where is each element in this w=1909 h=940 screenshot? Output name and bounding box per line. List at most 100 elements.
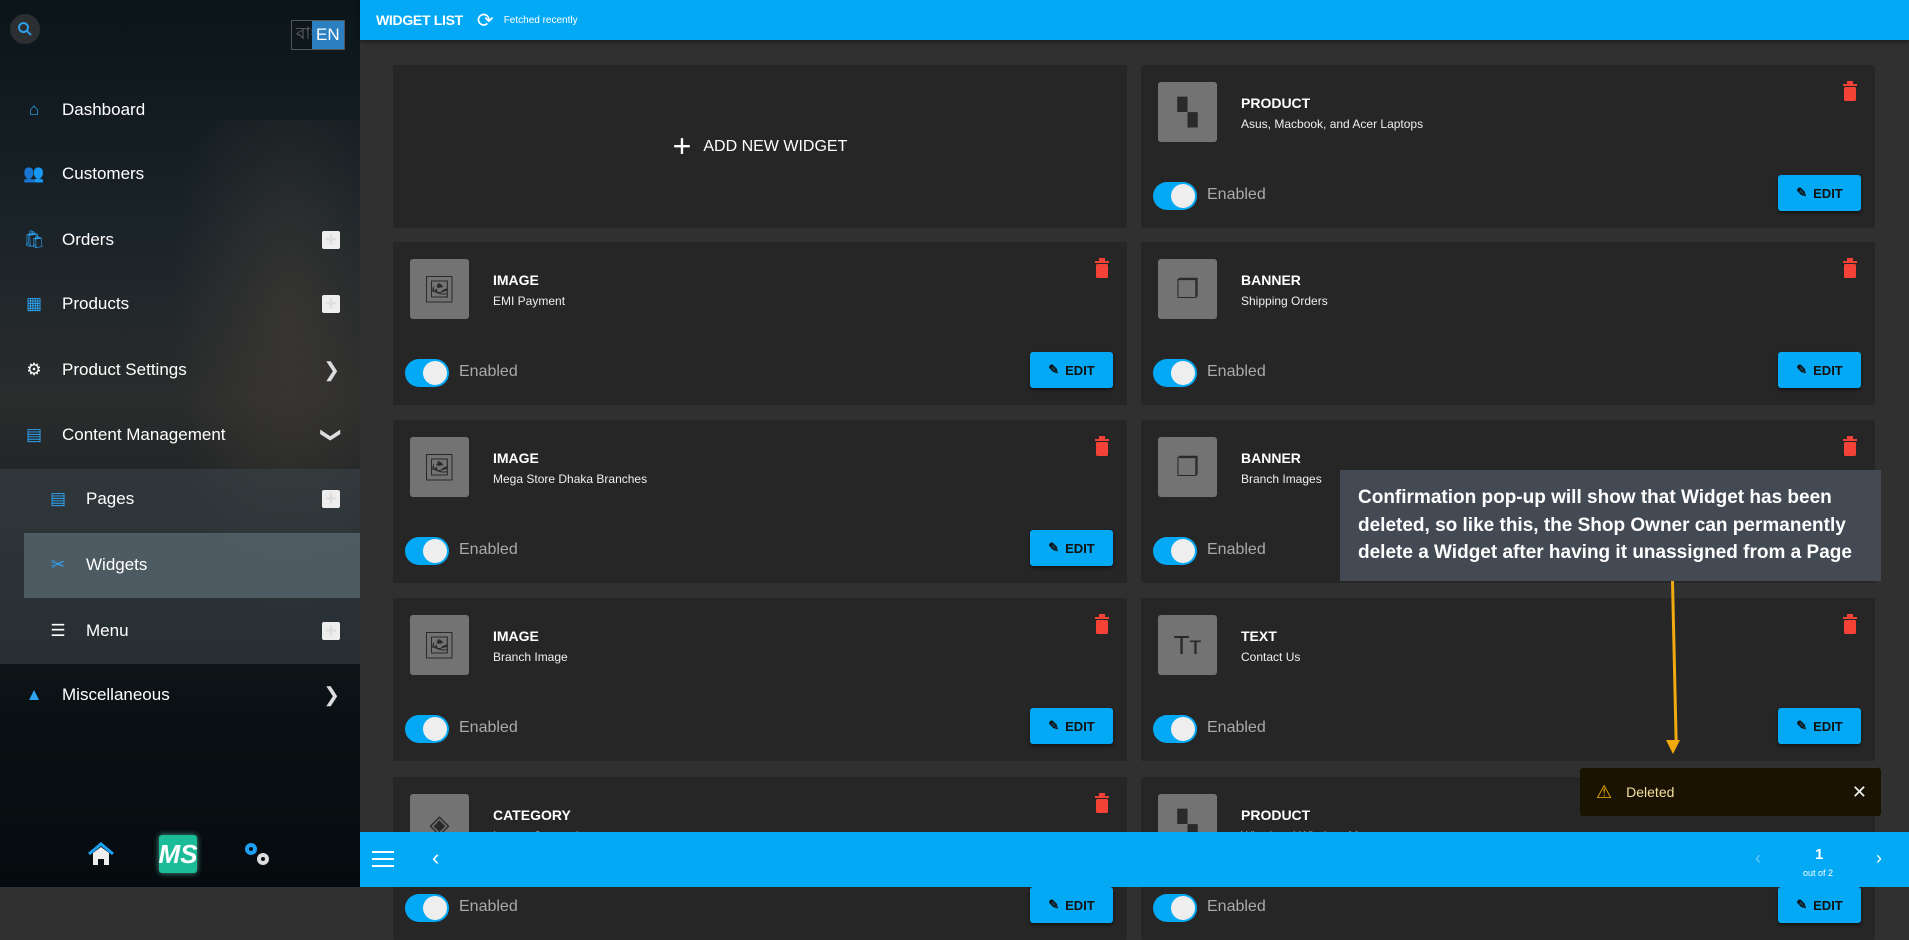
search-button[interactable] xyxy=(10,14,40,44)
widget-card: 🖼 IMAGE EMI Payment Enabled ✎ EDIT xyxy=(393,242,1127,405)
widget-name: Branch Image xyxy=(493,650,568,664)
boxes-icon: ▦ xyxy=(25,294,43,313)
sidebar-item-widgets[interactable]: ✂ Widgets xyxy=(0,533,360,597)
enabled-toggle[interactable] xyxy=(405,894,449,922)
sidebar-footer: MS xyxy=(0,835,360,873)
annotation-arrowhead xyxy=(1666,740,1680,754)
edit-button[interactable]: ✎ EDIT xyxy=(1778,175,1861,211)
trash-icon[interactable] xyxy=(1843,258,1857,278)
product-icon: ▚ xyxy=(1158,82,1217,142)
sidebar-item-content-management[interactable]: ▤ Content Management ❯ xyxy=(0,403,360,467)
widget-card: Tт TEXT Contact Us Enabled ✎ EDIT xyxy=(1141,598,1875,761)
sidebar-item-label: Customers xyxy=(62,164,145,183)
edit-button[interactable]: ✎ EDIT xyxy=(1778,352,1861,388)
trash-icon[interactable] xyxy=(1843,614,1857,634)
fetch-status: Fetched recently xyxy=(503,14,578,26)
edit-button[interactable]: ✎ EDIT xyxy=(1030,530,1113,566)
widget-type: BANNER xyxy=(1241,450,1301,466)
sidebar-item-dashboard[interactable]: ⌂ Dashboard xyxy=(0,78,360,142)
settings-icon[interactable] xyxy=(241,840,273,868)
enabled-toggle[interactable] xyxy=(1153,715,1197,743)
enabled-toggle[interactable] xyxy=(1153,894,1197,922)
chevron-right-icon: ❯ xyxy=(323,684,340,707)
home-icon[interactable] xyxy=(87,841,115,867)
image-icon: 🖼 xyxy=(410,259,469,319)
widget-name: Branch Images xyxy=(1241,472,1322,486)
add-order-button[interactable]: + xyxy=(322,230,340,250)
add-new-widget-button[interactable]: + ADD NEW WIDGET xyxy=(393,65,1127,228)
add-page-button[interactable]: + xyxy=(322,489,340,509)
image-icon: 🖼 xyxy=(410,437,469,497)
lang-en[interactable]: EN xyxy=(312,21,344,49)
toggle-label: Enabled xyxy=(1207,363,1266,380)
widget-type: TEXT xyxy=(1241,628,1277,644)
trash-icon[interactable] xyxy=(1843,436,1857,456)
edit-label: EDIT xyxy=(1065,718,1095,734)
enabled-toggle[interactable] xyxy=(405,359,449,387)
banner-icon: ❐ xyxy=(1158,259,1217,319)
edit-icon: ✎ xyxy=(1048,897,1060,912)
enabled-toggle[interactable] xyxy=(1153,537,1197,565)
edit-icon: ✎ xyxy=(1048,540,1060,555)
enabled-toggle[interactable] xyxy=(405,715,449,743)
widget-card: ▚ PRODUCT Asus, Macbook, and Acer Laptop… xyxy=(1141,65,1875,228)
edit-button[interactable]: ✎ EDIT xyxy=(1030,352,1113,388)
edit-icon: ✎ xyxy=(1796,718,1808,733)
bottom-bar: ‹ ‹ 1 out of 2 › xyxy=(360,832,1909,887)
trash-icon[interactable] xyxy=(1095,614,1109,634)
menu-icon[interactable] xyxy=(372,850,394,868)
edit-icon: ✎ xyxy=(1796,185,1808,200)
trash-icon[interactable] xyxy=(1843,81,1857,101)
page-total: out of 2 xyxy=(1803,868,1834,878)
logo[interactable]: MS xyxy=(159,835,198,873)
sidebar-item-label: Dashboard xyxy=(62,100,146,119)
sidebar-item-pages[interactable]: ▤ Pages + xyxy=(0,467,360,531)
tools-icon: ✂ xyxy=(50,555,66,574)
annotation-callout: Confirmation pop-up will show that Widge… xyxy=(1340,470,1881,581)
sidebar-item-products[interactable]: ▦ Products + xyxy=(0,272,360,336)
add-product-button[interactable]: + xyxy=(322,294,340,314)
edit-button[interactable]: ✎ EDIT xyxy=(1778,887,1861,923)
enabled-toggle[interactable] xyxy=(405,537,449,565)
close-icon[interactable]: ✕ xyxy=(1852,782,1867,803)
sidebar-item-menu[interactable]: ☰ Menu + xyxy=(0,599,360,663)
lang-bn[interactable]: বাং xyxy=(292,21,318,49)
edit-button[interactable]: ✎ EDIT xyxy=(1030,708,1113,744)
widget-card: 🖼 IMAGE Branch Image Enabled ✎ EDIT xyxy=(393,598,1127,761)
edit-icon: ✎ xyxy=(1048,362,1060,377)
sidebar-item-customers[interactable]: 👥 Customers xyxy=(0,142,360,206)
sidebar-item-miscellaneous[interactable]: ▲ Miscellaneous ❯ xyxy=(0,663,360,727)
refresh-icon[interactable]: ⟳ xyxy=(477,8,494,33)
back-icon[interactable]: ‹ xyxy=(432,845,439,871)
newspaper-icon: ▤ xyxy=(49,489,67,508)
enabled-toggle[interactable] xyxy=(1153,359,1197,387)
page-title: WIDGET LIST xyxy=(376,12,463,28)
enabled-toggle[interactable] xyxy=(1153,182,1197,210)
edit-button[interactable]: ✎ EDIT xyxy=(1030,887,1113,923)
trash-icon[interactable] xyxy=(1095,258,1109,278)
sidebar: বাং EN ⌂ Dashboard 👥 Customers 🛍 Orders + ▦ P… xyxy=(0,0,360,887)
language-switch[interactable]: বাং EN xyxy=(291,20,345,50)
trash-icon[interactable] xyxy=(1095,436,1109,456)
add-menu-button[interactable]: + xyxy=(322,621,340,641)
sidebar-item-label: Widgets xyxy=(86,555,148,574)
toggle-label: Enabled xyxy=(459,541,518,558)
widget-card: ❐ BANNER Shipping Orders Enabled ✎ EDIT xyxy=(1141,242,1875,405)
widget-type: IMAGE xyxy=(493,450,539,466)
next-page-button[interactable]: › xyxy=(1876,848,1882,869)
users-icon: 👥 xyxy=(23,164,45,183)
widget-name: Contact Us xyxy=(1241,650,1301,664)
edit-button[interactable]: ✎ EDIT xyxy=(1778,708,1861,744)
prev-page-button[interactable]: ‹ xyxy=(1755,848,1761,869)
trash-icon[interactable] xyxy=(1095,793,1109,813)
edit-label: EDIT xyxy=(1813,897,1843,913)
sidebar-item-orders[interactable]: 🛍 Orders + xyxy=(0,208,360,272)
edit-label: EDIT xyxy=(1065,540,1095,556)
current-page: 1 xyxy=(1815,846,1824,863)
toggle-label: Enabled xyxy=(1207,898,1266,915)
header: WIDGET LIST ⟳ Fetched recently xyxy=(360,0,1909,40)
chevron-down-icon: ❯ xyxy=(320,426,343,444)
sidebar-item-label: Orders xyxy=(62,230,114,249)
gear-icon: ⚙ xyxy=(26,360,42,379)
sidebar-item-product-settings[interactable]: ⚙ Product Settings ❯ xyxy=(0,338,360,402)
